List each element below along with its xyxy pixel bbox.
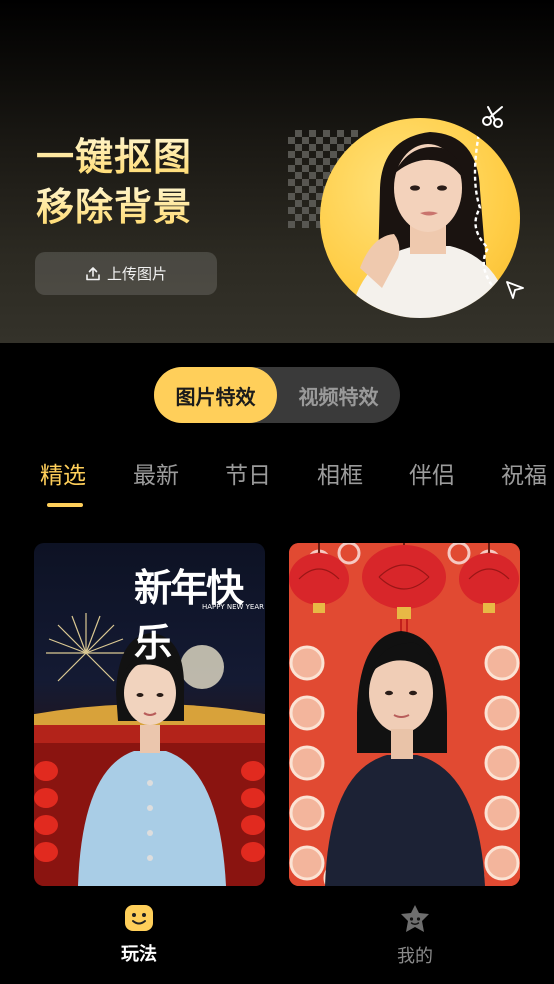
tab-featured[interactable]: 精选 bbox=[40, 456, 86, 490]
tab-latest[interactable]: 最新 bbox=[133, 456, 179, 490]
smiley-icon bbox=[124, 904, 154, 936]
lantern-frame-template-illustration bbox=[289, 543, 520, 886]
nav-mine-label: 我的 bbox=[397, 946, 433, 967]
effect-type-toggle[interactable]: 图片特效 视频特效 bbox=[154, 367, 400, 423]
tab-blessing[interactable]: 祝福 bbox=[501, 456, 547, 490]
banner-portrait bbox=[320, 118, 520, 318]
card-overlay-subtitle: HAPPY NEW YEAR bbox=[202, 603, 264, 611]
template-card-lantern-frame[interactable] bbox=[289, 543, 520, 886]
scissors-icon bbox=[480, 103, 506, 133]
category-tabs: 精选 最新 节日 相框 伴侣 祝福 bbox=[0, 456, 554, 516]
nav-mine[interactable]: 我的 bbox=[375, 904, 455, 968]
cursor-arrow-icon bbox=[504, 279, 526, 305]
star-face-icon bbox=[399, 904, 431, 938]
hero-banner[interactable]: 一键抠图 移除背景 上传图片 bbox=[0, 0, 554, 343]
upload-icon bbox=[85, 266, 101, 282]
template-card-new-year[interactable]: 新年快乐 HAPPY NEW YEAR bbox=[34, 543, 265, 886]
toggle-video-effects[interactable]: 视频特效 bbox=[277, 367, 400, 423]
card-overlay-title: 新年快乐 bbox=[134, 565, 244, 665]
upload-button-label: 上传图片 bbox=[106, 265, 167, 283]
tab-active-indicator bbox=[47, 503, 83, 507]
toggle-image-effects[interactable]: 图片特效 bbox=[154, 367, 277, 423]
upload-image-button[interactable]: 上传图片 bbox=[35, 252, 217, 295]
nav-play[interactable]: 玩法 bbox=[99, 904, 179, 966]
bottom-navigation: 玩法 我的 bbox=[0, 886, 554, 984]
banner-headline-line1: 一键抠图 bbox=[36, 134, 246, 180]
tab-holiday[interactable]: 节日 bbox=[225, 456, 271, 490]
banner-headline-line2: 移除背景 bbox=[36, 184, 246, 230]
tab-frame[interactable]: 相框 bbox=[317, 456, 363, 490]
tab-couple[interactable]: 伴侣 bbox=[409, 456, 455, 490]
nav-play-label: 玩法 bbox=[121, 944, 157, 965]
